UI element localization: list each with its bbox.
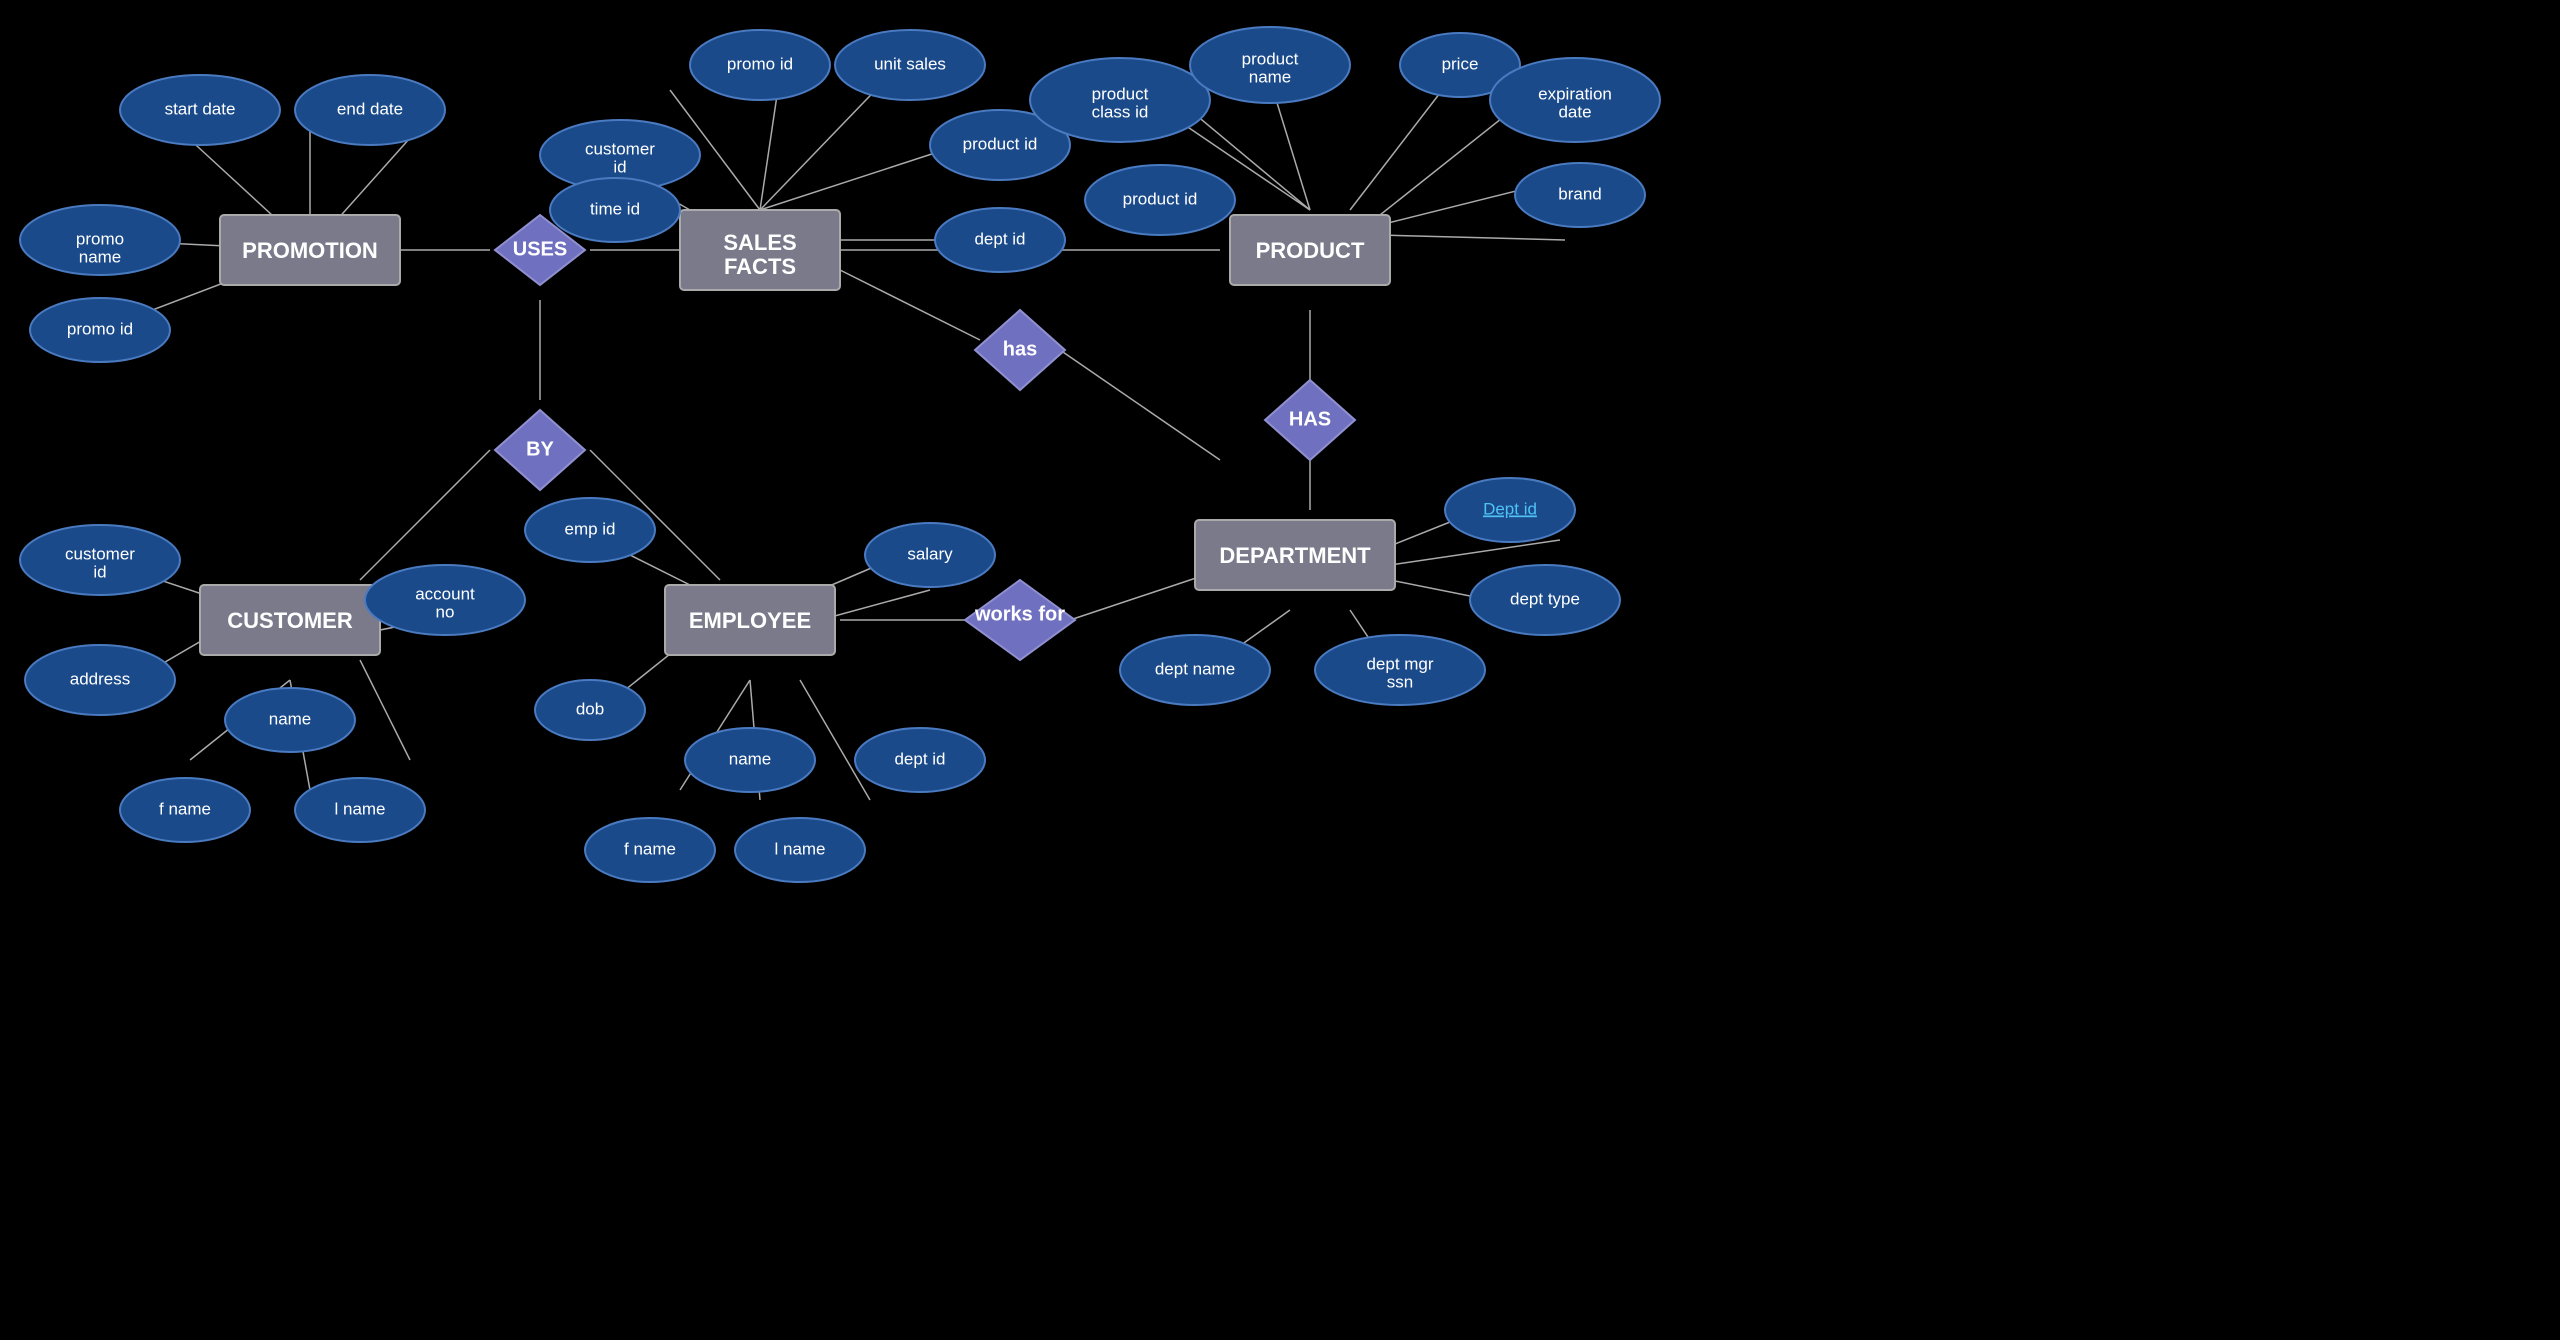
rel-works-for-label: works for: [974, 603, 1065, 625]
attr-start-date-label: start date: [165, 99, 236, 118]
entity-sales-facts-label: SALES: [723, 230, 796, 255]
attr-sf-customer-id-label2: id: [613, 157, 626, 176]
attr-customer-id-label2: id: [93, 562, 106, 581]
attr-employee-name-label: name: [729, 749, 772, 768]
entity-employee-label: EMPLOYEE: [689, 608, 811, 633]
attr-expiration-date-label2: date: [1558, 102, 1591, 121]
entity-sales-facts-label2: FACTS: [724, 254, 796, 279]
attr-dept-mgr-ssn-label: dept mgr: [1366, 654, 1433, 673]
attr-dept-mgr-ssn-label2: ssn: [1387, 672, 1413, 691]
attr-price-label: price: [1442, 54, 1479, 73]
rel-uses-label: USES: [513, 238, 567, 260]
attr-brand-label: brand: [1558, 184, 1601, 203]
attr-promo-name-label2: name: [79, 247, 122, 266]
attr-product-id-label: product id: [1123, 189, 1198, 208]
attr-sf-customer-id-label: customer: [585, 139, 655, 158]
entity-promotion-label: PROMOTION: [242, 238, 378, 263]
attr-sf-time-id-label: time id: [590, 199, 640, 218]
entity-product-label: PRODUCT: [1256, 238, 1365, 263]
attr-account-no-label: account: [415, 584, 475, 603]
attr-customer-fname-label: f name: [159, 799, 211, 818]
attr-sf-product-id-label: product id: [963, 134, 1038, 153]
attr-salary-label: salary: [907, 544, 953, 563]
attr-customer-id-label: customer: [65, 544, 135, 563]
rel-by-label: BY: [526, 438, 554, 460]
entity-customer-label: CUSTOMER: [227, 608, 353, 633]
attr-product-name-label: product: [1242, 49, 1299, 68]
attr-product-name-label2: name: [1249, 67, 1292, 86]
attr-customer-lname-label: l name: [334, 799, 385, 818]
attr-sf-dept-id-label: dept id: [974, 229, 1025, 248]
attr-emp-id-label: emp id: [564, 519, 615, 538]
attr-dept-id-pk-label: Dept id: [1483, 499, 1537, 518]
attr-dept-type-label: dept type: [1510, 589, 1580, 608]
attr-dob-label: dob: [576, 699, 604, 718]
er-diagram: PROMOTION SALES FACTS PRODUCT CUSTOMER E…: [0, 0, 2560, 1340]
attr-product-class-id-label: product: [1092, 84, 1149, 103]
attr-product-class-id-label2: class id: [1092, 102, 1149, 121]
attr-promo-id-label: promo id: [67, 319, 133, 338]
rel-has-product-label: HAS: [1289, 408, 1331, 430]
attr-employee-fname-label: f name: [624, 839, 676, 858]
attr-sf-unit-sales-label: unit sales: [874, 54, 946, 73]
attr-sf-promo-id-label: promo id: [727, 54, 793, 73]
attr-promo-name-label: promo: [76, 229, 124, 248]
attr-dept-name-label: dept name: [1155, 659, 1235, 678]
entity-department-label: DEPARTMENT: [1219, 543, 1371, 568]
attr-employee-dept-id-label: dept id: [894, 749, 945, 768]
attr-customer-address-label: address: [70, 669, 130, 688]
attr-expiration-date-label: expiration: [1538, 84, 1612, 103]
attr-employee-lname-label: l name: [774, 839, 825, 858]
attr-end-date-label: end date: [337, 99, 403, 118]
rel-has-dept-label: has: [1003, 338, 1037, 360]
attr-customer-name-label: name: [269, 709, 312, 728]
attr-account-no-label2: no: [436, 602, 455, 621]
